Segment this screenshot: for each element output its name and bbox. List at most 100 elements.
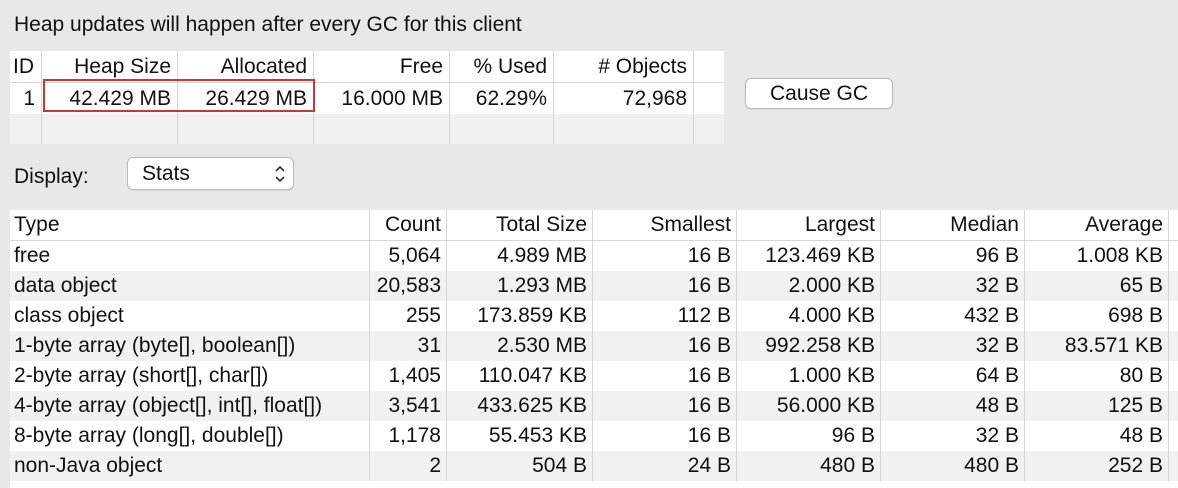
heap-row[interactable]: 1 42.429 MB 26.429 MB 16.000 MB 62.29% 7… — [10, 83, 724, 114]
col-count[interactable]: Count — [370, 210, 447, 240]
table-row[interactable]: 2-byte array (short[], char[]) 1,405 110.0… — [10, 361, 1178, 391]
cell-largest: 992.258 KB — [737, 331, 881, 361]
cell-total-size: 4.989 MB — [447, 241, 593, 271]
cell-average: 125 B — [1025, 391, 1169, 421]
cell-median: 64 B — [881, 361, 1025, 391]
stats-table-header[interactable]: Type Count Total Size Smallest Largest Median… — [10, 210, 1178, 241]
cell-median: 432 B — [881, 301, 1025, 331]
display-selected-value: Stats — [142, 162, 190, 185]
col-free[interactable]: Free — [314, 51, 450, 82]
cell-smallest: 16 B — [593, 331, 737, 361]
col-id[interactable]: ID — [10, 51, 42, 82]
cell-largest: 56.000 KB — [737, 391, 881, 421]
cell-largest: 480 B — [737, 451, 881, 481]
table-row[interactable]: 1-byte array (byte[], boolean[]) 31 2.530 … — [10, 331, 1178, 361]
cell-largest: 123.469 KB — [737, 241, 881, 271]
cell-total-size: 55.453 KB — [447, 421, 593, 451]
cell-average: 1.008 KB — [1025, 241, 1169, 271]
cell-type: non-Java object — [10, 451, 370, 481]
cell-type: 8-byte array (long[], double[]) — [10, 421, 370, 451]
cell-type: data object — [10, 271, 370, 301]
cell-total-size: 173.859 KB — [447, 301, 593, 331]
empty-cell — [314, 114, 450, 144]
empty-cell — [450, 114, 554, 144]
col-total-size[interactable]: Total Size — [447, 210, 593, 240]
col-median[interactable]: Median — [881, 210, 1025, 240]
col-type[interactable]: Type — [10, 210, 370, 240]
chevron-updown-icon — [275, 165, 285, 183]
cell-average: 48 B — [1025, 421, 1169, 451]
cell-median: 96 B — [881, 241, 1025, 271]
empty-cell — [694, 114, 724, 144]
cell-smallest: 16 B — [593, 361, 737, 391]
cause-gc-button[interactable]: Cause GC — [745, 78, 893, 109]
heap-table: ID Heap Size Allocated Free % Used # Obj… — [10, 51, 724, 144]
table-row[interactable]: free 5,064 4.989 MB 16 B 123.469 KB 96 B 1.008… — [10, 241, 1178, 271]
cell-total-size: 504 B — [447, 451, 593, 481]
table-row[interactable]: non-Java object 2 504 B 24 B 480 B 480 B 252 B — [10, 451, 1178, 481]
heap-object-count: 72,968 — [554, 83, 694, 114]
heap-percent-used: 62.29% — [450, 83, 554, 114]
col-spacer — [694, 51, 724, 82]
cell-largest: 96 B — [737, 421, 881, 451]
cell-type: class object — [10, 301, 370, 331]
col-average[interactable]: Average — [1025, 210, 1169, 240]
heap-id: 1 — [10, 83, 42, 114]
cell-median: 32 B — [881, 421, 1025, 451]
empty-cell — [10, 114, 42, 144]
cell-type: 4-byte array (object[], int[], float[]) — [10, 391, 370, 421]
cell-median: 480 B — [881, 451, 1025, 481]
heap-allocated: 26.429 MB — [178, 83, 314, 114]
cell-count: 3,541 — [370, 391, 447, 421]
col-percent-used[interactable]: % Used — [450, 51, 554, 82]
heap-table-header: ID Heap Size Allocated Free % Used # Obj… — [10, 51, 724, 83]
cell-average: 698 B — [1025, 301, 1169, 331]
table-row[interactable]: data object 20,583 1.293 MB 16 B 2.000 KB 32 … — [10, 271, 1178, 301]
cell-median: 32 B — [881, 331, 1025, 361]
table-row[interactable]: 8-byte array (long[], double[]) 1,178 55.4… — [10, 421, 1178, 451]
cell-count: 5,064 — [370, 241, 447, 271]
heap-size: 42.429 MB — [42, 83, 178, 114]
cell-total-size: 433.625 KB — [447, 391, 593, 421]
cell-smallest: 16 B — [593, 421, 737, 451]
empty-cell — [42, 114, 178, 144]
cell-count: 2 — [370, 451, 447, 481]
heap-spacer — [694, 83, 724, 114]
col-heap-size[interactable]: Heap Size — [42, 51, 178, 82]
cell-average: 80 B — [1025, 361, 1169, 391]
cell-count: 20,583 — [370, 271, 447, 301]
heap-free: 16.000 MB — [314, 83, 450, 114]
cell-largest: 1.000 KB — [737, 361, 881, 391]
cell-smallest: 112 B — [593, 301, 737, 331]
stats-table: Type Count Total Size Smallest Largest Median… — [10, 210, 1178, 488]
cell-largest: 2.000 KB — [737, 271, 881, 301]
cell-largest: 4.000 KB — [737, 301, 881, 331]
cell-median: 48 B — [881, 391, 1025, 421]
col-smallest[interactable]: Smallest — [593, 210, 737, 240]
cell-average: 252 B — [1025, 451, 1169, 481]
col-allocated[interactable]: Allocated — [178, 51, 314, 82]
table-row[interactable]: class object 255 173.859 KB 112 B 4.000 KB 43… — [10, 301, 1178, 331]
cell-type: free — [10, 241, 370, 271]
col-largest[interactable]: Largest — [737, 210, 881, 240]
cell-count: 1,178 — [370, 421, 447, 451]
cell-average: 65 B — [1025, 271, 1169, 301]
cell-average: 83.571 KB — [1025, 331, 1169, 361]
heap-empty-row — [10, 114, 724, 144]
col-object-count[interactable]: # Objects — [554, 51, 694, 82]
cell-smallest: 16 B — [593, 271, 737, 301]
cell-count: 31 — [370, 331, 447, 361]
cell-count: 255 — [370, 301, 447, 331]
table-row[interactable]: 4-byte array (object[], int[], float[]) 3… — [10, 391, 1178, 421]
empty-cell — [178, 114, 314, 144]
empty-cell — [554, 114, 694, 144]
cell-smallest: 16 B — [593, 391, 737, 421]
cell-median: 32 B — [881, 271, 1025, 301]
display-select[interactable]: Stats — [127, 157, 294, 190]
cell-smallest: 24 B — [593, 451, 737, 481]
cell-total-size: 2.530 MB — [447, 331, 593, 361]
cell-total-size: 1.293 MB — [447, 271, 593, 301]
cell-count: 1,405 — [370, 361, 447, 391]
cell-type: 1-byte array (byte[], boolean[]) — [10, 331, 370, 361]
cell-type: 2-byte array (short[], char[]) — [10, 361, 370, 391]
